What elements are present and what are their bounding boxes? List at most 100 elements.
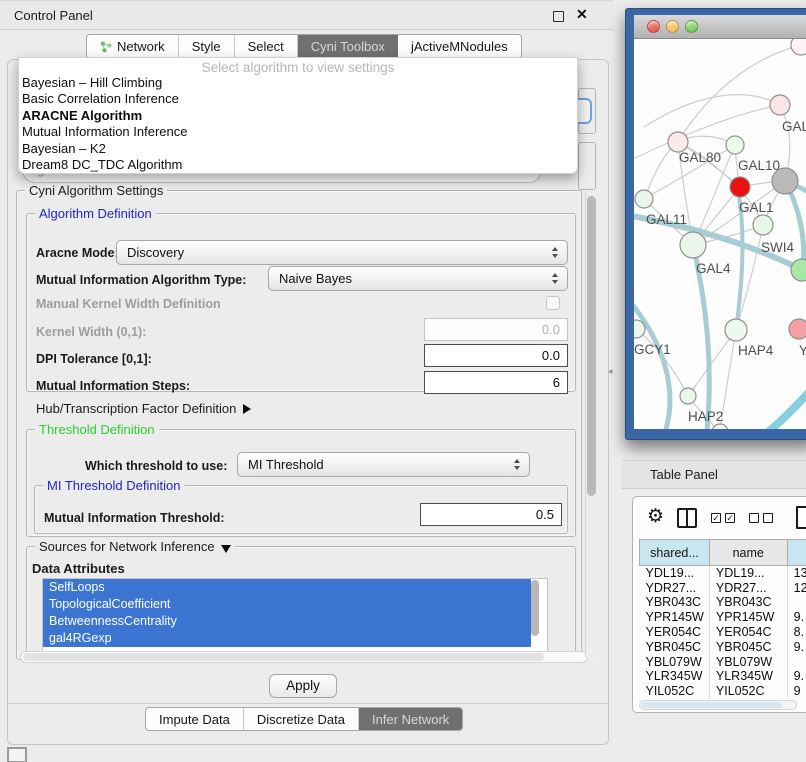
select-all-checkbox-icon[interactable]: ✓ xyxy=(711,513,721,523)
attributes-vertical-scrollbar[interactable] xyxy=(531,580,540,650)
algorithm-item[interactable]: Bayesian – K2 xyxy=(19,141,577,157)
network-edge[interactable] xyxy=(644,95,780,127)
table-panel: ⚙ ✓ ✓ shared... name YDL19...YDL19...13Y… xyxy=(632,496,806,713)
network-node-label: GAL1 xyxy=(739,200,774,215)
which-threshold-label: Which threshold to use: xyxy=(85,459,227,473)
table-row[interactable]: YLR345WYLR345W9. xyxy=(640,669,806,684)
table-cell: YPR145W xyxy=(709,610,787,625)
mi-steps-field[interactable]: 6 xyxy=(424,371,568,394)
column-header-name[interactable]: name xyxy=(709,540,787,566)
algorithm-item[interactable]: ARACNE Algorithm xyxy=(19,108,577,124)
algorithm-item[interactable]: Mutual Information Inference xyxy=(19,124,577,140)
network-node[interactable] xyxy=(680,388,696,404)
table-cell: 13 xyxy=(787,566,806,581)
table-row[interactable]: YER054CYER054C8. xyxy=(640,625,806,640)
network-node[interactable] xyxy=(791,259,806,281)
column-header-cut[interactable] xyxy=(787,540,806,566)
table-cell: 12 xyxy=(787,580,806,595)
network-node[interactable] xyxy=(712,424,728,429)
network-view[interactable]: GALGAL80GAL10GAL1SWI4GAL11GAL4GCY1HAP4YH… xyxy=(634,39,806,429)
table-cell: YDR27... xyxy=(709,580,787,595)
close-panel-icon[interactable]: ✕ xyxy=(576,6,588,23)
data-attributes-list[interactable]: SelfLoopsTopologicalCoefficientBetweenne… xyxy=(42,578,548,652)
column-header-shared-name[interactable]: shared... xyxy=(640,540,710,566)
table-cell: YIL052C xyxy=(709,684,787,699)
tab-jactivemnodules[interactable]: jActiveMNodules xyxy=(398,35,521,58)
sources-toggle[interactable]: Sources for Network Inference xyxy=(35,539,235,554)
algorithm-dropdown: Select algorithm to view settings Bayesi… xyxy=(18,57,578,174)
table-row[interactable]: YDR27...YDR27...12 xyxy=(640,580,806,595)
network-canvas[interactable]: GALGAL80GAL10GAL1SWI4GAL11GAL4GCY1HAP4YH… xyxy=(634,39,806,429)
network-node[interactable] xyxy=(791,39,806,55)
deselect-checkbox-icon[interactable] xyxy=(749,513,759,523)
mi-threshold-field[interactable]: 0.5 xyxy=(420,503,562,526)
network-edge[interactable] xyxy=(634,297,670,429)
network-node[interactable] xyxy=(668,132,688,152)
mi-type-combo[interactable]: Naive Bayes xyxy=(268,266,568,291)
table-horizontal-scrollbar[interactable] xyxy=(639,700,797,710)
tab-select[interactable]: Select xyxy=(235,35,298,58)
algorithm-dropdown-list: Bayesian – Hill ClimbingBasic Correlatio… xyxy=(19,75,577,173)
columns-icon[interactable] xyxy=(677,508,697,528)
export-table-icon[interactable] xyxy=(796,506,806,529)
network-node[interactable] xyxy=(753,215,773,235)
network-node[interactable] xyxy=(730,177,750,197)
settings-horizontal-scrollbar[interactable] xyxy=(20,651,588,663)
collapsed-panel-icon[interactable] xyxy=(7,747,27,762)
panel-resize-arrow[interactable]: ◂ xyxy=(608,366,613,377)
deselect-checkbox-icon[interactable] xyxy=(763,513,773,523)
table-cell: YBR043C xyxy=(640,595,710,610)
bottom-tab-strip: Impute Data Discretize Data Infer Networ… xyxy=(145,707,463,731)
network-node[interactable] xyxy=(635,190,653,208)
table-row[interactable]: YPR145WYPR145W9. xyxy=(640,610,806,625)
network-node[interactable] xyxy=(680,232,706,258)
network-node[interactable] xyxy=(772,168,798,194)
tab-style[interactable]: Style xyxy=(179,35,235,58)
table-cell xyxy=(787,595,806,610)
settings-vertical-scrollbar[interactable] xyxy=(585,192,597,658)
mi-steps-label: Mutual Information Steps: xyxy=(36,379,190,393)
tab-network[interactable]: Network xyxy=(87,35,179,58)
attribute-item[interactable]: TopologicalCoefficient xyxy=(43,596,531,613)
network-node[interactable] xyxy=(770,95,790,115)
table-row[interactable]: YIL052CYIL052C9 xyxy=(640,684,806,699)
tab-infer-network[interactable]: Infer Network xyxy=(359,708,462,730)
manual-kernel-checkbox[interactable] xyxy=(546,296,560,310)
zoom-window-icon[interactable] xyxy=(685,20,698,33)
attribute-item[interactable]: gal4RGexp xyxy=(43,630,531,647)
tab-cyni-toolbox[interactable]: Cyni Toolbox xyxy=(298,35,398,58)
gear-icon[interactable]: ⚙ xyxy=(647,505,664,528)
attribute-item[interactable]: SelfLoops xyxy=(43,579,531,596)
network-tab-icon xyxy=(100,41,112,53)
select-all-checkbox-icon[interactable]: ✓ xyxy=(725,513,735,523)
network-edge[interactable] xyxy=(688,330,736,396)
kernel-width-field[interactable]: 0.0 xyxy=(424,318,568,341)
table-cell: YLR345W xyxy=(640,669,710,684)
algorithm-item[interactable]: Basic Correlation Inference xyxy=(19,91,577,107)
tab-discretize-data[interactable]: Discretize Data xyxy=(244,708,359,730)
network-node-label: GAL4 xyxy=(696,261,731,276)
table-row[interactable]: YBL079WYBL079W xyxy=(640,654,806,669)
apply-button[interactable]: Apply xyxy=(269,674,337,698)
app-root: Control Panel ✕ Network Style Select Cyn… xyxy=(0,0,806,762)
network-edge[interactable] xyxy=(756,381,806,429)
table-row[interactable]: YDL19...YDL19...13 xyxy=(640,566,806,581)
minimize-window-icon[interactable] xyxy=(666,20,679,33)
attribute-item[interactable]: BetweennessCentrality xyxy=(43,613,531,630)
algorithm-item[interactable]: Dream8 DC_TDC Algorithm xyxy=(19,157,577,173)
network-node[interactable] xyxy=(726,136,744,154)
hub-definition-toggle[interactable]: Hub/Transcription Factor Definition xyxy=(36,401,251,416)
table-row[interactable]: YBR045CYBR045C9. xyxy=(640,639,806,654)
close-window-icon[interactable] xyxy=(647,20,660,33)
algorithm-item[interactable]: Bayesian – Hill Climbing xyxy=(19,75,577,91)
float-panel-icon[interactable] xyxy=(553,11,564,22)
network-node[interactable] xyxy=(725,319,747,341)
control-panel-title: Control Panel xyxy=(14,8,93,23)
which-threshold-combo[interactable]: MI Threshold xyxy=(237,452,530,477)
network-node[interactable] xyxy=(789,319,806,339)
aracne-mode-combo[interactable]: Discovery xyxy=(116,240,568,265)
table-row[interactable]: YBR043CYBR043C xyxy=(640,595,806,610)
dpi-tolerance-field[interactable]: 0.0 xyxy=(424,344,568,367)
tab-impute-data[interactable]: Impute Data xyxy=(146,708,244,730)
network-window-titlebar[interactable] xyxy=(634,15,806,39)
